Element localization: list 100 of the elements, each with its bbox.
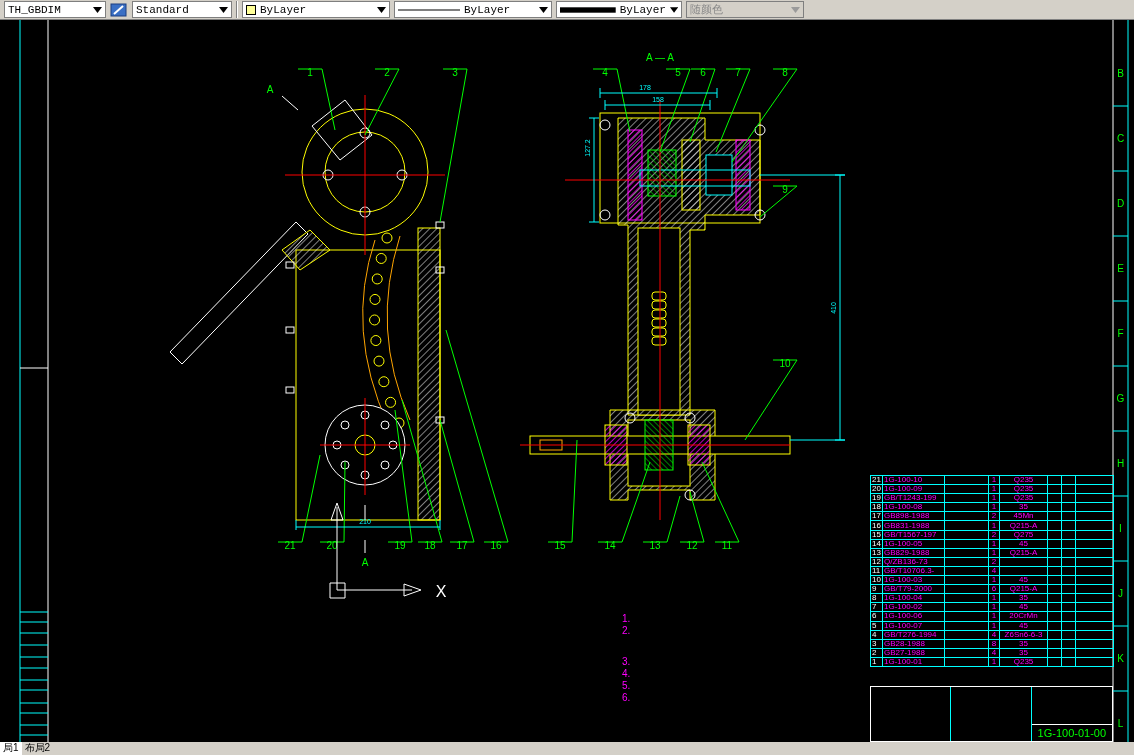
zone-letter: D (1116, 198, 1125, 209)
table-cell: Q/ZB136-73 (882, 557, 945, 567)
table-cell: 45 (999, 602, 1048, 612)
dropdown-arrow-icon (219, 6, 228, 13)
table-cell: GB/T1567-197 (882, 530, 945, 540)
note-number: 5. (622, 680, 631, 691)
dropdown[interactable]: ByLayer (242, 1, 390, 18)
table-cell: 2 (988, 511, 1000, 521)
table-cell: 4 (870, 630, 883, 640)
table-cell: Q215-A (999, 584, 1048, 594)
leader-line (759, 185, 798, 218)
dropdown[interactable]: ByLayer (556, 1, 682, 18)
part-number-label: 2 (384, 67, 390, 78)
table-cell: 4 (988, 630, 1000, 640)
table-cell: 1G-100-07 (882, 621, 945, 631)
part-number-label: 6 (700, 67, 706, 78)
table-cell: 45 (999, 575, 1048, 585)
table-cell: GB27-1988 (882, 648, 945, 658)
note-number: 6. (622, 692, 631, 703)
table-cell: 1G-100-08 (882, 502, 945, 512)
dropdown-arrow-icon (539, 6, 548, 13)
table-cell: Q235 (999, 493, 1048, 503)
table-cell: 35 (999, 639, 1048, 649)
part-number-label: 17 (456, 540, 468, 551)
table-cell: 13 (870, 548, 883, 558)
zone-letter: L (1117, 718, 1124, 729)
line-sample-icon (560, 6, 616, 13)
note-number: 2. (622, 625, 631, 636)
dropdown[interactable]: ByLayer (394, 1, 552, 18)
dropdown[interactable]: TH_GBDIM (4, 1, 106, 18)
table-cell: 4 (988, 566, 1000, 576)
part-number-label: 20 (326, 540, 338, 551)
table-cell: 1 (988, 484, 1000, 494)
table-cell: 17 (870, 511, 883, 521)
color-swatch-icon (246, 4, 256, 15)
table-cell: 14 (870, 539, 883, 549)
zone-letter: K (1117, 653, 1124, 664)
table-cell: 1 (988, 611, 1000, 621)
table-cell: 35 (999, 593, 1048, 603)
layout-tab[interactable]: 布局2 (21, 742, 54, 755)
table-cell: 2 (988, 530, 1000, 540)
leader-line (297, 68, 336, 131)
table-cell: 18 (870, 502, 883, 512)
table-cell: 1 (988, 520, 1000, 531)
part-number-label: 1 (307, 67, 313, 78)
section-arrow (364, 504, 366, 554)
table-cell: GB/T1243-199 (882, 493, 945, 503)
ucs-axis-icon (329, 502, 422, 599)
dropdown[interactable]: Standard (132, 1, 232, 18)
dropdown-arrow-icon (669, 6, 678, 13)
table-cell: 9 (870, 584, 883, 594)
zone-letter: H (1116, 458, 1125, 469)
table-cell: 1G-100-05 (882, 539, 945, 549)
part-number-label: 19 (394, 540, 406, 551)
note-number: 4. (622, 668, 631, 679)
table-cell: 1 (988, 657, 1000, 667)
layout-tab[interactable]: 局1 (0, 742, 22, 755)
table-cell: Q215-A (999, 548, 1048, 558)
table-cell: 16 (870, 520, 883, 531)
table-cell: 5 (870, 621, 883, 631)
zone-letter: E (1117, 263, 1124, 274)
table-cell: 35 (999, 648, 1048, 658)
table-cell: 45 (999, 539, 1048, 549)
table-cell: Z6Sn6-6-3 (999, 630, 1048, 640)
part-number-label: 21 (284, 540, 296, 551)
dropdown-arrow-icon (93, 6, 102, 13)
table-cell: GB/T79-2000 (882, 584, 945, 594)
table-cell: GB829-1988 (882, 548, 945, 558)
section-mark-label: A (266, 84, 274, 95)
zone-letter: B (1117, 68, 1124, 79)
table-cell: Q275 (999, 530, 1048, 540)
table-cell: Q235 (999, 475, 1048, 485)
table-cell: 1 (988, 475, 1000, 485)
dropdown: 随颜色 (686, 1, 804, 18)
leader-line (592, 68, 631, 133)
table-cell: 8 (870, 593, 883, 603)
note-number: 3. (622, 656, 631, 667)
table-cell: GB/T10706.3- (882, 566, 945, 576)
table-cell: 4 (988, 648, 1000, 658)
table-cell: 21 (870, 475, 883, 485)
drawing-number: 1G-100-01-00 (1031, 724, 1112, 741)
table-cell: 1G-100-03 (882, 575, 945, 585)
table-cell: 1 (988, 575, 1000, 585)
dropdown-arrow-icon (791, 6, 800, 13)
part-number-label: 11 (721, 540, 733, 551)
part-number-label: 13 (649, 540, 661, 551)
table-cell: 1G-100-02 (882, 602, 945, 612)
table-cell: 2 (988, 557, 1000, 567)
part-number-label: 5 (675, 67, 681, 78)
table-cell: 15 (870, 530, 883, 540)
table-cell: 11 (870, 566, 883, 576)
section-title: A — A (646, 52, 674, 63)
section-mark-label: A (361, 557, 369, 568)
part-number-label: 16 (490, 540, 502, 551)
table-cell: Q235 (999, 484, 1048, 494)
table-cell: 1 (870, 657, 883, 667)
zone-letter: I (1119, 523, 1122, 534)
note-number: 1. (622, 613, 631, 624)
part-number-label: 4 (602, 67, 608, 78)
table-cell: 1 (988, 502, 1000, 512)
